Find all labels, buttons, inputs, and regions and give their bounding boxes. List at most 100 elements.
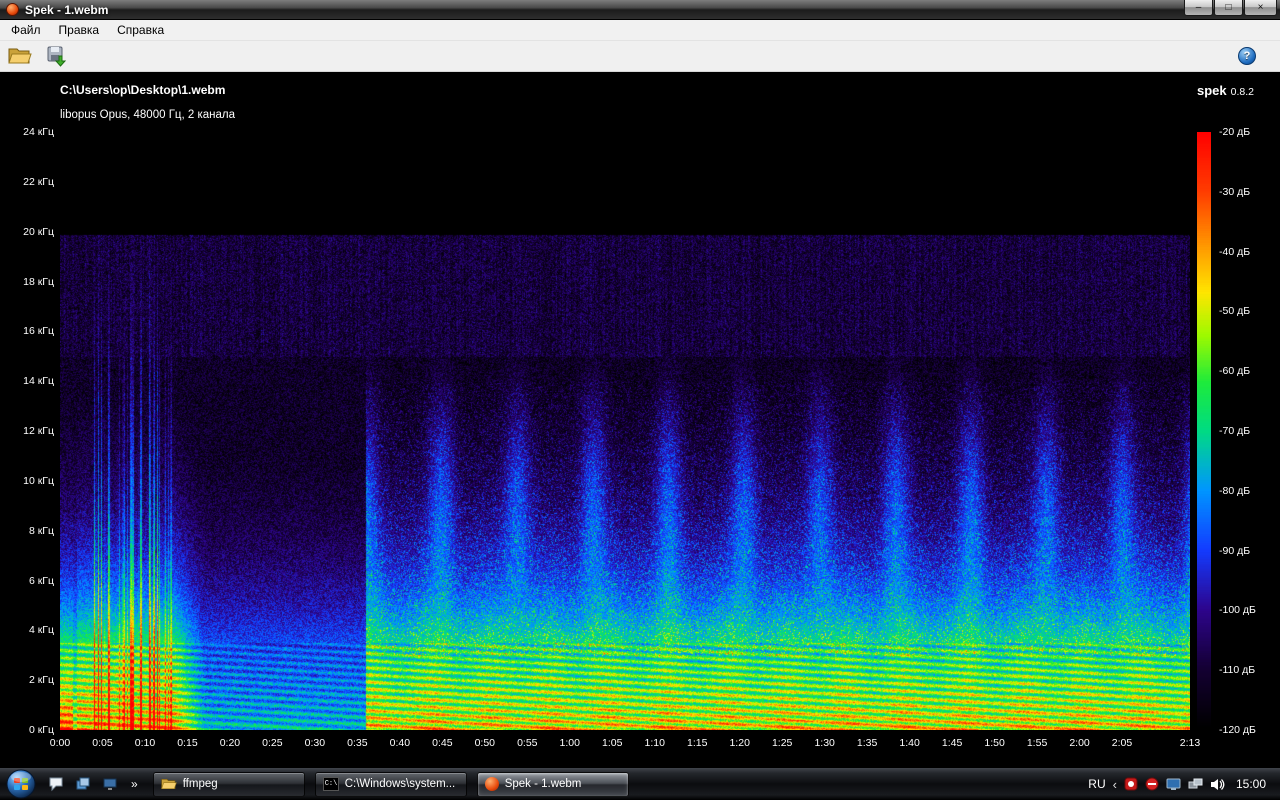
time-tick-label: 0:15 bbox=[177, 737, 198, 749]
window-controls: – □ × bbox=[1183, 0, 1277, 16]
stacked-windows-icon bbox=[76, 777, 90, 790]
ati-tray-icon[interactable] bbox=[1124, 777, 1138, 791]
taskbar-button-ffmpeg[interactable]: ffmpeg bbox=[152, 771, 305, 797]
freq-tick-label: 10 кГц bbox=[23, 474, 54, 487]
window-title: Spek - 1.webm bbox=[25, 2, 109, 17]
system-tray: RU ‹ 15:00 bbox=[1088, 777, 1274, 792]
db-tick-label: -30 дБ bbox=[1219, 185, 1251, 198]
close-icon: × bbox=[1257, 1, 1264, 13]
db-tick-label: -100 дБ bbox=[1219, 604, 1256, 617]
spek-icon bbox=[484, 777, 499, 791]
toolbar: ? bbox=[0, 41, 1280, 72]
time-tick-label: 0:30 bbox=[304, 737, 326, 749]
minimize-icon: – bbox=[1195, 1, 1202, 13]
quick-launch-switch-windows[interactable] bbox=[72, 773, 94, 795]
menu-file[interactable]: Файл bbox=[2, 21, 50, 39]
menu-bar: Файл Правка Справка bbox=[0, 20, 1280, 41]
freq-tick-label: 0 кГц bbox=[28, 724, 54, 736]
db-tick-label: -80 дБ bbox=[1219, 484, 1251, 497]
time-tick-label: 1:40 bbox=[899, 737, 920, 749]
open-folder-icon bbox=[8, 48, 32, 64]
taskbar-button-label: C:\Windows\system... bbox=[344, 778, 456, 790]
freq-tick-label: 8 кГц bbox=[28, 524, 54, 537]
freq-tick-label: 14 кГц bbox=[23, 375, 54, 388]
time-tick-label: 1:10 bbox=[644, 737, 665, 749]
freq-tick-label: 6 кГц bbox=[28, 574, 54, 587]
clock[interactable]: 15:00 bbox=[1236, 777, 1266, 791]
desktop-icon bbox=[103, 778, 117, 790]
minimize-button[interactable]: – bbox=[1184, 0, 1213, 16]
time-tick-label: 0:20 bbox=[219, 737, 241, 749]
save-icon bbox=[47, 46, 67, 67]
time-tick-label: 1:30 bbox=[814, 737, 835, 749]
stream-info: libopus Opus, 48000 Гц, 2 канала bbox=[60, 109, 236, 121]
time-tick-label: 2:13 bbox=[1179, 737, 1201, 749]
taskbar-button-label: ffmpeg bbox=[182, 778, 218, 790]
display-tray-icon[interactable] bbox=[1166, 778, 1181, 791]
time-tick-label: 0:25 bbox=[262, 737, 283, 749]
network-tray-icon[interactable] bbox=[1188, 778, 1203, 791]
time-tick-label: 1:55 bbox=[1026, 737, 1048, 749]
freq-tick-label: 20 кГц bbox=[23, 225, 54, 238]
help-icon: ? bbox=[1243, 50, 1251, 62]
freq-tick-label: 4 кГц bbox=[28, 624, 54, 637]
time-tick-label: 1:25 bbox=[771, 737, 793, 749]
menu-edit[interactable]: Правка bbox=[50, 21, 109, 39]
quick-launch-messenger[interactable] bbox=[45, 773, 67, 795]
time-tick-label: 1:20 bbox=[729, 737, 750, 749]
time-tick-label: 2:05 bbox=[1111, 737, 1133, 749]
app-version: spek 0.8.2 bbox=[1197, 82, 1254, 100]
tray-expand-chevron[interactable]: ‹ bbox=[1113, 777, 1117, 792]
db-tick-label: -20 дБ bbox=[1219, 126, 1251, 138]
time-tick-label: 1:45 bbox=[941, 737, 963, 749]
volume-tray-icon[interactable] bbox=[1210, 778, 1225, 791]
time-tick-label: 0:50 bbox=[474, 737, 496, 749]
time-tick-label: 0:05 bbox=[92, 737, 113, 749]
quick-launch-overflow-chevron[interactable]: » bbox=[126, 777, 143, 791]
db-tick-label: -50 дБ bbox=[1219, 305, 1251, 318]
taskbar-button-label: Spek - 1.webm bbox=[504, 778, 582, 790]
taskbar-button-cmd[interactable]: C:\ C:\Windows\system... bbox=[314, 771, 467, 797]
time-tick-label: 0:00 bbox=[49, 737, 71, 749]
time-tick-label: 0:45 bbox=[432, 737, 453, 749]
db-tick-label: -90 дБ bbox=[1219, 544, 1251, 557]
time-tick-label: 1:50 bbox=[984, 737, 1005, 749]
app-name: spek bbox=[1197, 83, 1227, 98]
time-tick-label: 1:35 bbox=[856, 737, 878, 749]
save-image-button[interactable] bbox=[43, 43, 69, 69]
freq-tick-label: 12 кГц bbox=[23, 425, 54, 437]
command-prompt-icon: C:\ bbox=[322, 777, 339, 791]
freq-tick-label: 24 кГц bbox=[23, 126, 54, 138]
time-tick-label: 1:15 bbox=[686, 737, 708, 749]
freq-tick-label: 16 кГц bbox=[23, 325, 54, 338]
help-button[interactable]: ? bbox=[1238, 47, 1256, 65]
taskbar-button-spek[interactable]: Spek - 1.webm bbox=[476, 771, 629, 797]
freq-tick-label: 18 кГц bbox=[23, 275, 54, 288]
maximize-icon: □ bbox=[1225, 1, 1232, 13]
blocked-item-tray-icon[interactable] bbox=[1145, 777, 1159, 791]
freq-tick-label: 2 кГц bbox=[28, 674, 54, 687]
db-tick-label: -110 дБ bbox=[1219, 664, 1256, 677]
language-indicator[interactable]: RU bbox=[1088, 777, 1105, 791]
time-tick-label: 0:35 bbox=[347, 737, 368, 749]
close-button[interactable]: × bbox=[1244, 0, 1277, 16]
speech-bubble-icon bbox=[49, 777, 63, 792]
time-tick-label: 0:10 bbox=[134, 737, 156, 749]
menu-help[interactable]: Справка bbox=[108, 21, 173, 39]
db-tick-label: -70 дБ bbox=[1219, 425, 1251, 437]
folder-icon bbox=[160, 779, 177, 789]
db-tick-label: -120 дБ bbox=[1219, 724, 1256, 736]
open-file-button[interactable] bbox=[7, 43, 33, 69]
titlebar[interactable]: Spek - 1.webm – □ × bbox=[0, 0, 1280, 20]
desktop-screen: Spek - 1.webm – □ × Файл Правка Справка bbox=[0, 0, 1280, 800]
version-number: 0.8.2 bbox=[1230, 86, 1254, 98]
maximize-button[interactable]: □ bbox=[1214, 0, 1243, 16]
db-tick-label: -60 дБ bbox=[1219, 365, 1251, 378]
start-button[interactable] bbox=[6, 769, 36, 799]
spectrogram-view: C:\Users\op\Desktop\1.webm libopus Opus,… bbox=[0, 72, 1280, 768]
freq-tick-label: 22 кГц bbox=[23, 175, 54, 188]
time-tick-label: 0:40 bbox=[389, 737, 411, 749]
file-path: C:\Users\op\Desktop\1.webm bbox=[60, 83, 226, 97]
quick-launch-show-desktop[interactable] bbox=[99, 773, 121, 795]
db-color-scale bbox=[1197, 132, 1211, 730]
